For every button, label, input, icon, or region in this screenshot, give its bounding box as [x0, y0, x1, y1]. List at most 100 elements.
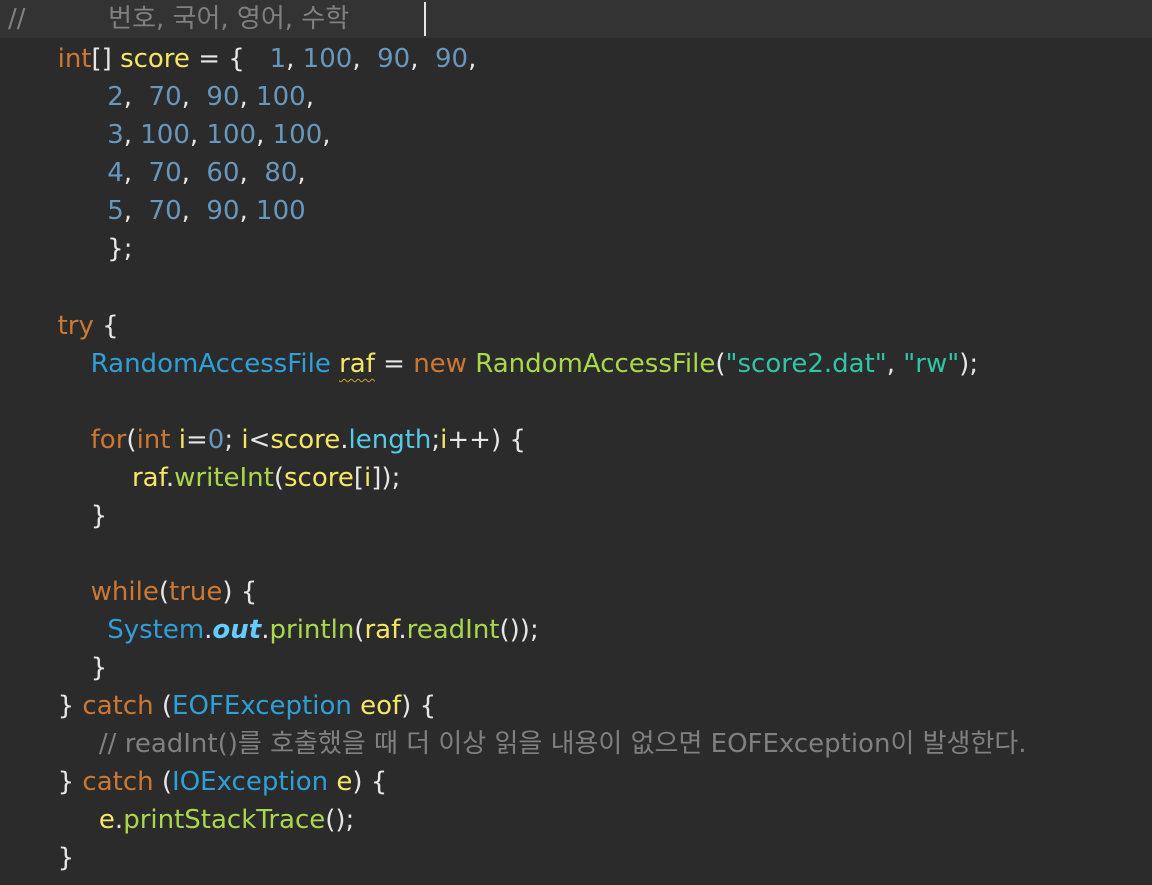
- code-token: 3: [107, 120, 124, 150]
- code-token: }: [8, 501, 108, 531]
- code-token: 100: [140, 120, 190, 150]
- code-token: ) {: [352, 767, 388, 797]
- code-token: // readInt()를 호출했을 때 더 이상 읽을 내용이 없으면 EOF…: [98, 729, 1027, 759]
- code-line[interactable]: while(true) {: [8, 573, 258, 611]
- code-token: println: [269, 615, 355, 645]
- code-token: int: [136, 425, 171, 455]
- code-editor[interactable]: // 번호, 국어, 영어, 수학 int[] score = { 1, 100…: [0, 0, 1152, 885]
- code-token: ,: [123, 158, 149, 188]
- code-token: 60: [206, 158, 240, 188]
- code-token: ) {: [401, 691, 437, 721]
- code-token: eof: [360, 691, 402, 721]
- code-token: ,: [181, 196, 207, 226]
- code-line[interactable]: } catch (EOFException eof) {: [8, 687, 437, 725]
- code-token: 70: [148, 158, 182, 188]
- code-line[interactable]: }: [8, 649, 108, 687]
- code-line[interactable]: RandomAccessFile raf = new RandomAccessF…: [8, 345, 978, 383]
- code-line[interactable]: for(int i=0; i<score.length;i++) {: [8, 421, 526, 459]
- code-line[interactable]: 2, 70, 90, 100,: [8, 78, 314, 116]
- code-token: 2: [107, 82, 124, 112]
- code-token: }: [8, 767, 83, 797]
- code-token: };: [8, 234, 133, 264]
- code-token: out: [212, 615, 262, 645]
- code-token: 0: [207, 425, 225, 455]
- code-line[interactable]: System.out.println(raf.readInt());: [8, 611, 539, 649]
- code-token: 90: [206, 196, 240, 226]
- code-token: new: [413, 349, 467, 379]
- code-token: .: [114, 805, 124, 835]
- code-token: ,: [468, 44, 477, 74]
- code-token: 70: [148, 196, 182, 226]
- code-token: ,: [305, 82, 314, 112]
- code-token: ,: [123, 196, 149, 226]
- code-line[interactable]: e.printStackTrace();: [8, 801, 354, 839]
- code-token: true: [169, 577, 223, 607]
- code-token: RandomAccessFile: [475, 349, 716, 379]
- code-token: for: [90, 425, 127, 455]
- code-token: 100: [272, 120, 323, 150]
- code-token: raf: [131, 463, 166, 493]
- code-token: catch: [82, 691, 154, 721]
- code-token: ;: [431, 425, 441, 455]
- code-token: ();: [325, 805, 355, 835]
- code-token: e: [336, 767, 353, 797]
- code-token: ,: [123, 82, 149, 112]
- code-token: ,: [297, 158, 306, 188]
- code-line[interactable]: raf.writeInt(score[i]);: [8, 459, 400, 497]
- code-line[interactable]: int[] score = { 1, 100, 90, 90,: [8, 40, 477, 78]
- code-token: ,: [239, 196, 257, 226]
- code-token: {: [93, 311, 119, 341]
- text-caret: [424, 2, 426, 36]
- code-token: try: [57, 311, 94, 341]
- code-line[interactable]: 5, 70, 90, 100: [8, 192, 306, 230]
- code-line[interactable]: // readInt()를 호출했을 때 더 이상 읽을 내용이 없으면 EOF…: [8, 725, 1027, 763]
- code-token: (: [153, 767, 173, 797]
- code-token: ]);: [371, 463, 401, 493]
- code-token: ());: [499, 615, 539, 645]
- code-line[interactable]: 3, 100, 100, 100,: [8, 116, 330, 154]
- code-token: .: [165, 463, 175, 493]
- code-token: RandomAccessFile: [90, 349, 331, 379]
- code-line[interactable]: };: [8, 230, 132, 268]
- code-line[interactable]: 4, 70, 60, 80,: [8, 154, 306, 192]
- code-line[interactable]: } catch (IOException e) {: [8, 763, 388, 801]
- code-token: ,: [181, 158, 207, 188]
- code-token: readInt: [406, 615, 500, 645]
- code-token: );: [959, 349, 979, 379]
- code-token: .: [398, 615, 407, 645]
- code-token: 90: [435, 44, 469, 74]
- code-token: 70: [148, 82, 182, 112]
- code-token: 100: [206, 120, 257, 150]
- code-token: (: [153, 691, 173, 721]
- code-token: 90: [206, 82, 240, 112]
- code-token: EOFException: [172, 691, 352, 721]
- code-token: ,: [286, 44, 303, 74]
- code-token: ,: [256, 120, 273, 150]
- code-line[interactable]: }: [8, 497, 108, 535]
- code-token: catch: [82, 767, 154, 797]
- code-token: while: [90, 577, 159, 607]
- code-token: ;: [224, 425, 242, 455]
- code-token: (: [715, 349, 726, 379]
- code-line[interactable]: try {: [8, 307, 119, 345]
- code-token: 4: [107, 158, 124, 188]
- code-token: writeInt: [174, 463, 274, 493]
- code-token: (: [273, 463, 285, 493]
- code-line[interactable]: }: [8, 839, 75, 877]
- code-line[interactable]: // 번호, 국어, 영어, 수학: [8, 0, 349, 38]
- code-token: ,: [239, 82, 257, 112]
- code-token: length: [348, 425, 432, 455]
- code-token: 번호, 국어, 영어, 수학: [25, 4, 350, 34]
- code-token: 80: [264, 158, 298, 188]
